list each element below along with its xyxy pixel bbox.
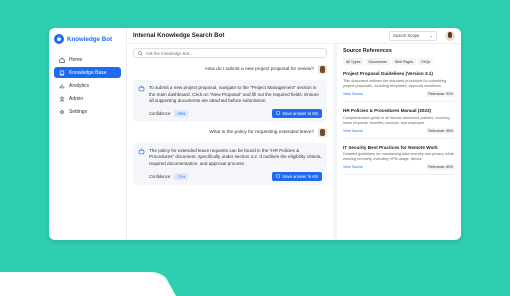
- sidebar-item-knowledge-base[interactable]: Knowledge Base: [54, 67, 121, 78]
- answer-text: To submit a new project proposal, naviga…: [149, 85, 319, 104]
- answer-text: The policy for extended leave requests c…: [149, 147, 322, 166]
- sidebar-item-label: Analytics: [69, 82, 90, 89]
- save-icon: [276, 174, 281, 178]
- sidebar-item-home[interactable]: Home: [54, 54, 121, 65]
- source-title: Project Proposal Guidelines (Version 3.1…: [343, 71, 433, 76]
- source-card: IT Security Best Practices for Remote Wo…: [343, 145, 455, 176]
- relevance-badge: Relevance: 88%: [426, 127, 455, 134]
- source-card: HR Policies & Procedures Manual (2023) C…: [343, 108, 455, 139]
- filter-documents[interactable]: Documents: [365, 58, 390, 65]
- source-description: Detailed guidelines for maintaining data…: [343, 152, 454, 162]
- filter-all-types[interactable]: All Types: [343, 58, 364, 65]
- view-source-link[interactable]: View Source: [343, 165, 363, 169]
- confidence-label: Confidence:: [149, 110, 172, 116]
- user-question: How do I submit a new project proposal f…: [133, 65, 327, 74]
- source-title: IT Security Best Practices for Remote Wo…: [343, 144, 438, 150]
- confidence-label: Confidence:: [149, 173, 172, 179]
- gear-icon: [59, 109, 65, 114]
- save-icon: [276, 111, 281, 116]
- relevance-badge: Relevance: 85%: [426, 164, 455, 171]
- brand-name: Knowledge Bot: [67, 35, 113, 43]
- bot-icon: [138, 85, 145, 92]
- user-avatar: [318, 127, 327, 137]
- bot-logo-icon: [54, 34, 64, 44]
- search-icon: [138, 50, 143, 56]
- home-icon: [59, 57, 65, 63]
- search-bar[interactable]: [133, 48, 327, 58]
- confidence-badge: 95%: [174, 109, 189, 117]
- view-source-link[interactable]: View Source: [343, 129, 363, 133]
- save-answer-button[interactable]: Save answer to KB: [272, 171, 322, 181]
- relevance-badge: Relevance: 92%: [426, 90, 455, 97]
- avatar[interactable]: [445, 30, 455, 41]
- view-source-link[interactable]: View Source: [343, 92, 363, 96]
- sidebar-item-label: Settings: [69, 108, 88, 115]
- user-icon: [59, 96, 65, 102]
- source-card: Project Proposal Guidelines (Version 3.1…: [343, 71, 455, 102]
- book-icon: [59, 70, 65, 75]
- main-area: Internal Knowledge Search Bot Search Sco…: [127, 28, 461, 240]
- filter-web-pages[interactable]: Web Pages: [391, 58, 417, 65]
- bot-answer: To submit a new project proposal, naviga…: [133, 80, 327, 122]
- sidebar-item-analytics[interactable]: Analytics: [54, 80, 121, 91]
- search-input[interactable]: [145, 50, 322, 56]
- sidebar-item-label: Home: [69, 56, 83, 63]
- source-description: This document outlines the standard proc…: [343, 78, 447, 88]
- brand[interactable]: Knowledge Bot: [54, 32, 121, 46]
- source-title: HR Policies & Procedures Manual (2023): [343, 107, 432, 113]
- source-references-panel: Source References All Types Documents We…: [337, 44, 461, 240]
- question-text: What is the policy for requesting extend…: [209, 129, 314, 135]
- bot-answer: The policy for extended leave requests c…: [133, 142, 327, 185]
- user-question: What is the policy for requesting extend…: [133, 127, 327, 137]
- app-window: Knowledge Bot Home Knowledge Base Analyt…: [49, 28, 461, 240]
- bot-icon: [138, 148, 145, 155]
- chat-panel: How do I submit a new project proposal f…: [127, 44, 333, 240]
- search-scope-label: Search Scope: [393, 33, 420, 38]
- background-wave: [0, 272, 176, 296]
- save-answer-button[interactable]: Save answer to KB: [272, 108, 322, 118]
- sidebar-item-settings[interactable]: Settings: [54, 106, 121, 117]
- sources-title: Source References: [343, 48, 392, 54]
- topbar: Internal Knowledge Search Bot Search Sco…: [127, 28, 461, 44]
- content-body: How do I submit a new project proposal f…: [127, 44, 461, 240]
- search-scope-dropdown[interactable]: Search Scope ⌄: [389, 30, 437, 41]
- confidence-badge: 72%: [174, 172, 189, 180]
- chevron-down-icon: ⌄: [429, 33, 433, 38]
- sidebar-item-admin[interactable]: Admin: [54, 93, 121, 104]
- sidebar-item-label: Admin: [69, 95, 84, 102]
- sidebar-item-label: Knowledge Base: [69, 69, 107, 76]
- question-text: How do I submit a new project proposal f…: [205, 67, 314, 72]
- user-avatar: [318, 65, 327, 74]
- save-answer-label: Save answer to KB: [282, 173, 318, 179]
- save-answer-label: Save answer to KB: [282, 110, 318, 116]
- page-title: Internal Knowledge Search Bot: [133, 32, 225, 39]
- source-description: Comprehensive guide to all human resourc…: [343, 115, 450, 125]
- filter-faqs[interactable]: FAQs: [418, 58, 434, 65]
- analytics-icon: [59, 83, 65, 88]
- source-filters: All Types Documents Web Pages FAQs: [343, 58, 455, 65]
- sidebar: Knowledge Bot Home Knowledge Base Analyt…: [49, 28, 127, 240]
